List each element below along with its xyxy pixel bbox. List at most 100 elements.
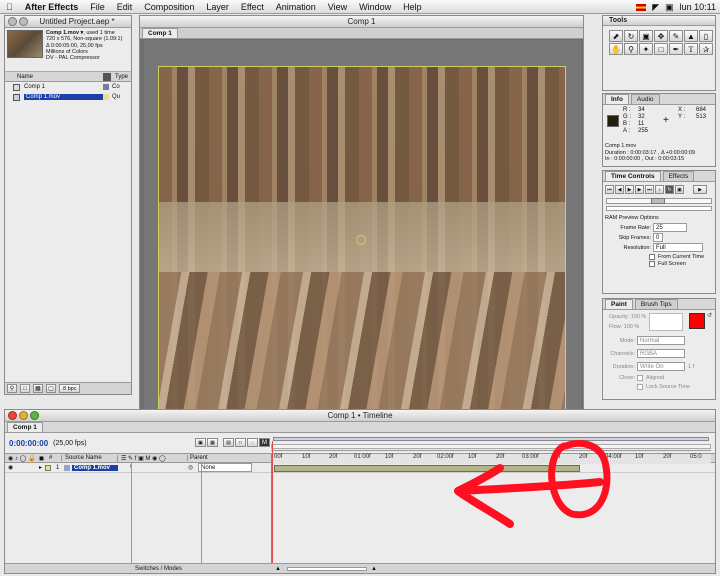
mask-tool-icon[interactable]: □ bbox=[654, 43, 668, 55]
bpc-button[interactable]: 8 bpc bbox=[59, 384, 81, 393]
play-icon[interactable]: ▶ bbox=[625, 185, 634, 194]
clock[interactable]: lun 10:11 bbox=[680, 2, 716, 12]
flag-icon[interactable] bbox=[636, 3, 647, 11]
column-type[interactable]: Type bbox=[115, 74, 128, 80]
comp-canvas[interactable] bbox=[144, 40, 581, 409]
current-time[interactable]: 0:00:00:00 bbox=[9, 439, 48, 448]
apple-icon[interactable]:  bbox=[0, 2, 19, 12]
close-button[interactable] bbox=[8, 17, 17, 26]
draft-3d-icon[interactable]: ▤ bbox=[223, 438, 234, 447]
menu-composition[interactable]: Composition bbox=[138, 2, 200, 12]
eraser-tool-icon[interactable]: ▯ bbox=[699, 30, 713, 42]
zoom-slider-footer[interactable] bbox=[287, 567, 367, 571]
pen-tool-icon[interactable]: ✒ bbox=[669, 43, 683, 55]
tab-comp-1[interactable]: Comp 1 bbox=[142, 28, 178, 38]
menu-app[interactable]: After Effects bbox=[19, 2, 85, 12]
minimize-button[interactable] bbox=[19, 17, 28, 26]
column-source-name[interactable]: Source Name bbox=[61, 455, 117, 461]
work-area-bar[interactable] bbox=[273, 437, 709, 441]
zoom-tool-icon[interactable]: ⚲ bbox=[624, 43, 638, 55]
jog-handle[interactable] bbox=[651, 198, 665, 204]
text-tool-icon[interactable]: T bbox=[684, 43, 698, 55]
anchor-point-icon[interactable] bbox=[356, 235, 366, 245]
ram-preview-icon[interactable]: ▣ bbox=[675, 185, 684, 194]
parent-select[interactable]: None bbox=[198, 463, 252, 472]
shy-icon[interactable]: □ bbox=[235, 438, 246, 447]
minimize-button[interactable] bbox=[19, 411, 28, 420]
menu-layer[interactable]: Layer bbox=[200, 2, 235, 12]
quality-switch-icon[interactable]: \ bbox=[118, 465, 188, 471]
orbit-tool-icon[interactable]: ✦ bbox=[639, 43, 653, 55]
menu-edit[interactable]: Edit bbox=[111, 2, 139, 12]
menu-view[interactable]: View bbox=[322, 2, 353, 12]
prev-frame-icon[interactable]: ◀ bbox=[615, 185, 624, 194]
next-frame-icon[interactable]: ▶ bbox=[635, 185, 644, 194]
zoom-out-icon[interactable]: ▲ bbox=[275, 566, 281, 572]
resolution-select[interactable]: Full bbox=[653, 243, 703, 252]
tab-effects[interactable]: Effects bbox=[662, 171, 695, 181]
menu-window[interactable]: Window bbox=[353, 2, 397, 12]
duration-select[interactable]: Write On bbox=[637, 362, 685, 371]
zoom-slider[interactable] bbox=[271, 444, 711, 449]
loop-icon[interactable]: ↻ bbox=[665, 185, 674, 194]
last-frame-icon[interactable]: ⏭ bbox=[645, 185, 654, 194]
tab-paint[interactable]: Paint bbox=[605, 299, 633, 309]
rotate-tool-icon[interactable]: ↻ bbox=[624, 30, 638, 42]
list-item[interactable]: Comp 1 Co bbox=[5, 82, 131, 92]
lock-source-checkbox[interactable] bbox=[637, 384, 643, 390]
sound-icon[interactable]: ◤ bbox=[652, 2, 659, 13]
list-item[interactable]: Comp 1.mov Qu bbox=[5, 92, 131, 102]
pan-behind-tool-icon[interactable]: ✥ bbox=[654, 30, 668, 42]
column-parent[interactable]: Parent bbox=[187, 455, 251, 461]
layer-label-swatch[interactable] bbox=[45, 464, 51, 471]
channels-select[interactable]: RGBA bbox=[637, 349, 685, 358]
foreground-color-swatch[interactable] bbox=[689, 313, 705, 329]
swap-colors-icon[interactable]: ↺ bbox=[707, 312, 712, 319]
first-frame-icon[interactable]: ⏮ bbox=[605, 185, 614, 194]
display-icon[interactable]: ▣ bbox=[665, 2, 674, 13]
frame-rate-select[interactable]: 25 bbox=[653, 223, 687, 232]
hand-tool-icon[interactable]: ✋ bbox=[609, 43, 623, 55]
motion-blur-icon[interactable]: ◌ bbox=[247, 438, 258, 447]
current-time-indicator[interactable] bbox=[272, 441, 273, 565]
menu-effect[interactable]: Effect bbox=[235, 2, 270, 12]
brush-preview[interactable] bbox=[649, 313, 683, 331]
zoom-in-icon[interactable]: ▲ bbox=[371, 566, 377, 572]
project-titlebar[interactable]: Untitled Project.aep * bbox=[5, 16, 131, 28]
column-name[interactable]: Name bbox=[5, 74, 103, 80]
tab-info[interactable]: Info bbox=[605, 94, 629, 104]
timeline-titlebar[interactable]: Comp 1 • Timeline bbox=[5, 410, 715, 422]
tab-brush-tips[interactable]: Brush Tips bbox=[634, 299, 678, 309]
puppet-tool-icon[interactable]: ✰ bbox=[699, 43, 713, 55]
skip-frames-input[interactable]: 0 bbox=[653, 233, 663, 242]
menu-help[interactable]: Help bbox=[397, 2, 428, 12]
tools-titlebar[interactable]: Tools bbox=[603, 16, 715, 26]
marker-m-icon[interactable]: M bbox=[259, 438, 270, 447]
mode-select[interactable]: Normal bbox=[637, 336, 685, 345]
camera-tool-icon[interactable]: ▣ bbox=[639, 30, 653, 42]
shuttle-slider[interactable] bbox=[606, 206, 712, 211]
trash-icon[interactable]: ▢ bbox=[46, 384, 56, 393]
time-navigator[interactable] bbox=[271, 435, 711, 451]
selection-tool-icon[interactable]: ⬈ bbox=[609, 30, 623, 42]
jog-slider[interactable] bbox=[606, 198, 712, 204]
parent-pick-whip-icon[interactable]: ◎ bbox=[188, 464, 198, 471]
full-screen-checkbox[interactable] bbox=[649, 261, 655, 267]
close-button[interactable] bbox=[8, 411, 17, 420]
new-comp-icon[interactable]: ▦ bbox=[33, 384, 43, 393]
zoom-button[interactable] bbox=[30, 411, 39, 420]
ram-play-icon[interactable]: ▶ bbox=[693, 185, 707, 194]
brush-tool-icon[interactable]: ✎ bbox=[669, 30, 683, 42]
layer-duration-bar[interactable] bbox=[274, 465, 580, 472]
audio-toggle-icon[interactable]: ♪ bbox=[655, 185, 664, 194]
menu-animation[interactable]: Animation bbox=[270, 2, 322, 12]
menu-file[interactable]: File bbox=[84, 2, 111, 12]
from-current-checkbox[interactable] bbox=[649, 254, 655, 260]
layer-name[interactable]: Comp 1.mov bbox=[72, 464, 118, 471]
switches-modes-toggle[interactable]: Switches / Modes bbox=[135, 566, 182, 572]
clone-stamp-tool-icon[interactable]: ▲ bbox=[684, 30, 698, 42]
comp-titlebar[interactable]: Comp 1 bbox=[140, 16, 583, 28]
find-icon[interactable]: ⚲ bbox=[7, 384, 17, 393]
tab-audio[interactable]: Audio bbox=[630, 94, 660, 104]
render-icon[interactable]: ▦ bbox=[207, 438, 218, 447]
